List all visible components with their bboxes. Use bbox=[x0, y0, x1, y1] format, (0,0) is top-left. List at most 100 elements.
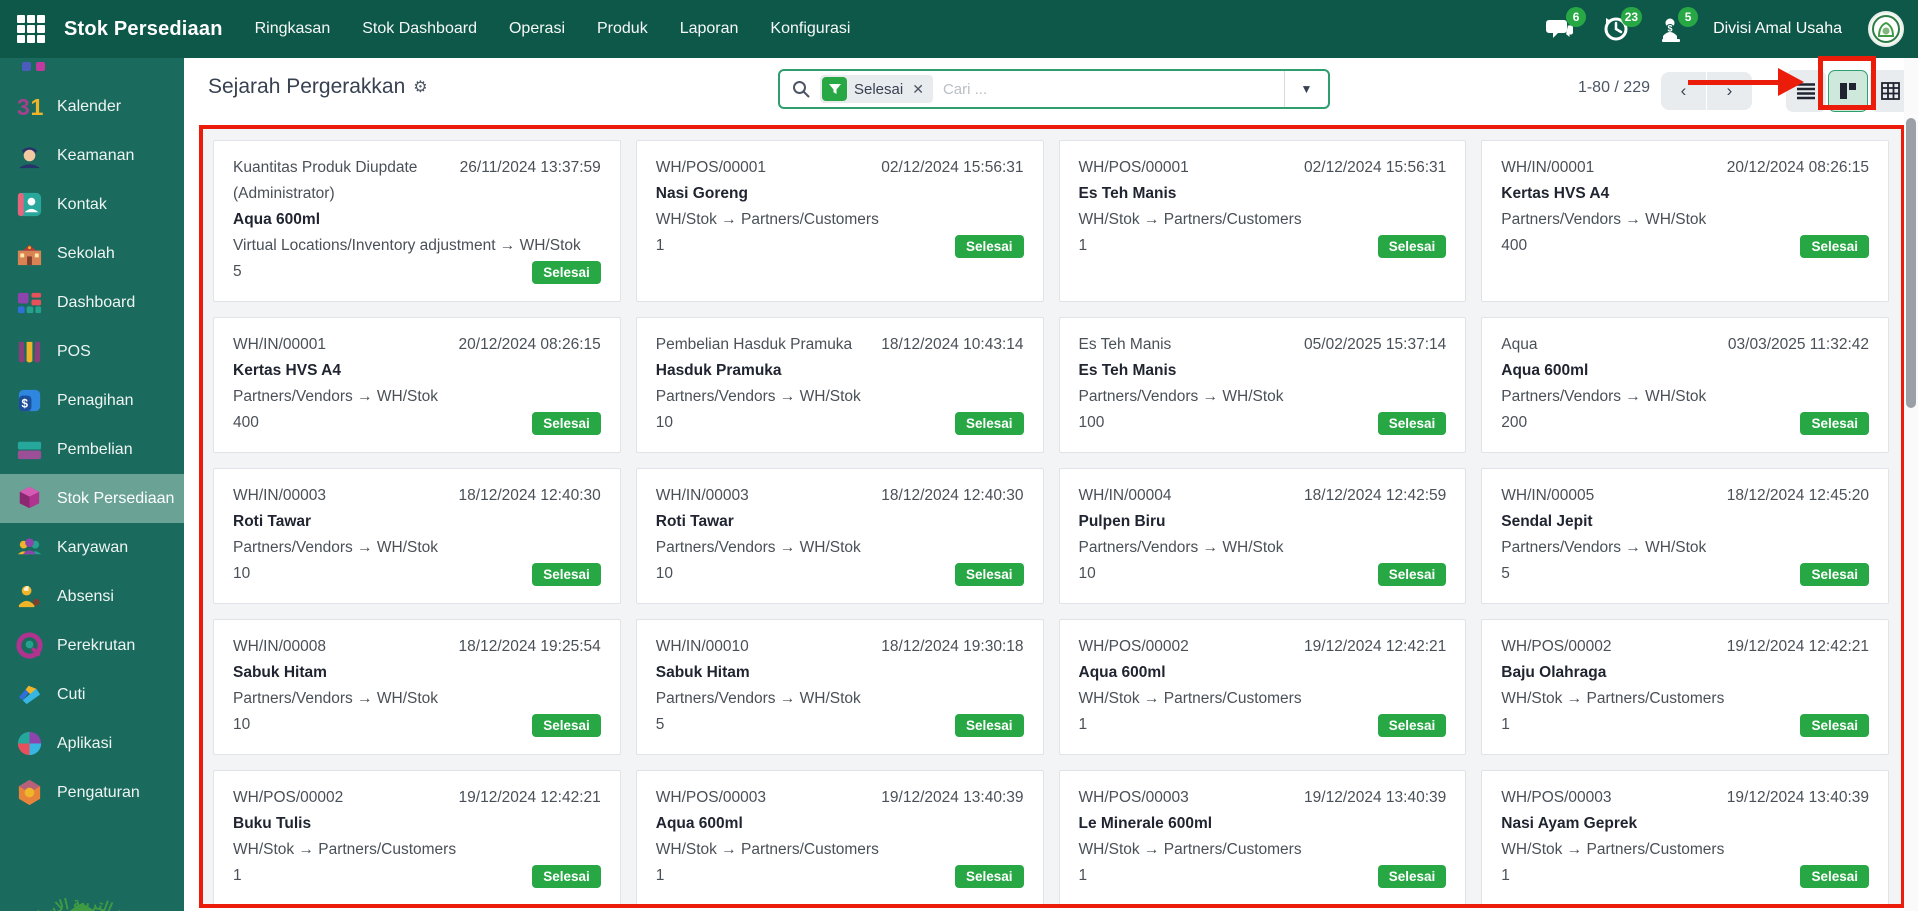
sidebar-item-pengaturan[interactable]: Pengaturan bbox=[0, 768, 184, 817]
card-datetime: 18/12/2024 19:30:18 bbox=[881, 634, 1023, 660]
purchase-icon bbox=[15, 435, 44, 464]
status-badge: Selesai bbox=[532, 412, 601, 435]
sidebar-item-label: Pengaturan bbox=[57, 784, 140, 802]
card-datetime: 20/12/2024 08:26:15 bbox=[1727, 155, 1869, 181]
kanban-card[interactable]: WH/POS/00003 19/12/2024 13:40:39 Le Mine… bbox=[1059, 770, 1467, 906]
menu-ringkasan[interactable]: Ringkasan bbox=[255, 20, 331, 38]
kanban-card[interactable]: WH/IN/00008 18/12/2024 19:25:54 Sabuk Hi… bbox=[213, 619, 621, 755]
payroll-icon[interactable]: $ 5 bbox=[1657, 14, 1687, 44]
card-quantity: 1 bbox=[1079, 712, 1088, 738]
kanban-card[interactable]: WH/IN/00005 18/12/2024 12:45:20 Sendal J… bbox=[1481, 468, 1889, 604]
kanban-card[interactable]: Es Teh Manis 05/02/2025 15:37:14 Es Teh … bbox=[1059, 317, 1467, 453]
menu-stok-dashboard[interactable]: Stok Dashboard bbox=[362, 20, 477, 38]
pager-previous-button[interactable]: ‹ bbox=[1661, 72, 1706, 110]
sidebar-item-label: Sekolah bbox=[57, 245, 115, 263]
sidebar-item-label: Perekrutan bbox=[57, 637, 135, 655]
kanban-card[interactable]: WH/IN/00001 20/12/2024 08:26:15 Kertas H… bbox=[1481, 140, 1889, 302]
sidebar-item-karyawan[interactable]: Karyawan bbox=[0, 523, 184, 572]
partial-icon-dot bbox=[22, 62, 31, 71]
top-navbar: Stok Persediaan Ringkasan Stok Dashboard… bbox=[0, 0, 1918, 58]
apps-icon bbox=[15, 729, 44, 758]
sidebar-item-absensi[interactable]: Absensi bbox=[0, 572, 184, 621]
menu-produk[interactable]: Produk bbox=[597, 20, 648, 38]
card-datetime: 18/12/2024 12:40:30 bbox=[459, 483, 601, 509]
search-input[interactable] bbox=[943, 81, 1284, 98]
menu-konfigurasi[interactable]: Konfigurasi bbox=[770, 20, 850, 38]
card-quantity: 1 bbox=[1501, 712, 1510, 738]
calendar-icon: 3 1 bbox=[15, 92, 44, 121]
sidebar-item-dashboard[interactable]: Dashboard bbox=[0, 278, 184, 327]
menu-operasi[interactable]: Operasi bbox=[509, 20, 565, 38]
view-switch-kanban-button[interactable] bbox=[1828, 70, 1868, 112]
view-settings-gear-icon[interactable]: ⚙ bbox=[413, 77, 427, 97]
sidebar-item-kalender[interactable]: 3 1 Kalender bbox=[0, 82, 184, 131]
svg-text:1: 1 bbox=[30, 94, 43, 120]
status-badge: Selesai bbox=[955, 563, 1024, 586]
sidebar-item-aplikasi[interactable]: Aplikasi bbox=[0, 719, 184, 768]
card-quantity: 1 bbox=[656, 863, 665, 889]
card-datetime: 18/12/2024 10:43:14 bbox=[881, 332, 1023, 358]
card-route: Partners/Vendors → WH/Stok bbox=[233, 535, 601, 561]
kanban-card[interactable]: WH/POS/00003 19/12/2024 13:40:39 Nasi Ay… bbox=[1481, 770, 1889, 906]
kanban-card[interactable]: Pembelian Hasduk Pramuka 18/12/2024 10:4… bbox=[636, 317, 1044, 453]
scrollbar-thumb[interactable] bbox=[1906, 118, 1916, 408]
active-filter-chip[interactable]: Selesai ✕ bbox=[820, 75, 933, 103]
card-product-name: Es Teh Manis bbox=[1079, 181, 1447, 207]
svg-text:$: $ bbox=[1668, 24, 1673, 34]
sidebar-item-cuti[interactable]: Cuti bbox=[0, 670, 184, 719]
pagination-range: 1-80 / 229 bbox=[1578, 79, 1650, 97]
sidebar-item-pembelian[interactable]: Pembelian bbox=[0, 425, 184, 474]
kanban-card[interactable]: Aqua 03/03/2025 11:32:42 Aqua 600ml Part… bbox=[1481, 317, 1889, 453]
kanban-card[interactable]: WH/POS/00001 02/12/2024 15:56:31 Nasi Go… bbox=[636, 140, 1044, 302]
status-badge: Selesai bbox=[955, 714, 1024, 737]
search-bar[interactable]: Selesai ✕ ▼ bbox=[778, 69, 1330, 109]
apps-grid-icon[interactable] bbox=[16, 14, 46, 44]
activities-clock-icon[interactable]: 23 bbox=[1601, 14, 1631, 44]
sidebar-item-keamanan[interactable]: Keamanan bbox=[0, 131, 184, 180]
card-reference: WH/POS/00003 bbox=[1501, 785, 1611, 811]
settings-icon bbox=[15, 778, 44, 807]
pivot-view-icon bbox=[1881, 82, 1900, 100]
card-quantity: 1 bbox=[656, 233, 665, 259]
kanban-card[interactable]: WH/IN/00004 18/12/2024 12:42:59 Pulpen B… bbox=[1059, 468, 1467, 604]
company-name[interactable]: Divisi Amal Usaha bbox=[1713, 20, 1842, 38]
kanban-card[interactable]: WH/POS/00001 02/12/2024 15:56:31 Es Teh … bbox=[1059, 140, 1467, 302]
card-route: Partners/Vendors → WH/Stok bbox=[656, 686, 1024, 712]
menu-laporan[interactable]: Laporan bbox=[680, 20, 739, 38]
sidebar-item-pos[interactable]: POS bbox=[0, 327, 184, 376]
kanban-card[interactable]: WH/IN/00003 18/12/2024 12:40:30 Roti Taw… bbox=[636, 468, 1044, 604]
card-reference: WH/IN/00004 bbox=[1079, 483, 1172, 509]
kanban-card[interactable]: WH/IN/00003 18/12/2024 12:40:30 Roti Taw… bbox=[213, 468, 621, 604]
kanban-card[interactable]: WH/POS/00002 19/12/2024 12:42:21 Baju Ol… bbox=[1481, 619, 1889, 755]
kanban-card[interactable]: WH/IN/00010 18/12/2024 19:30:18 Sabuk Hi… bbox=[636, 619, 1044, 755]
svg-text:$: $ bbox=[21, 397, 28, 410]
search-dropdown-toggle[interactable]: ▼ bbox=[1284, 71, 1328, 107]
sidebar-item-kontak[interactable]: Kontak bbox=[0, 180, 184, 229]
kanban-card[interactable]: WH/POS/00002 19/12/2024 12:42:21 Buku Tu… bbox=[213, 770, 621, 906]
card-reference: WH/POS/00001 bbox=[656, 155, 766, 181]
card-datetime: 18/12/2024 12:40:30 bbox=[881, 483, 1023, 509]
user-avatar[interactable] bbox=[1868, 11, 1904, 47]
kanban-card[interactable]: WH/POS/00002 19/12/2024 12:42:21 Aqua 60… bbox=[1059, 619, 1467, 755]
main-content: Sejarah Pergerakkan ⚙ Selesai ✕ ▼ 1-80 /… bbox=[184, 58, 1918, 911]
app-title[interactable]: Stok Persediaan bbox=[64, 18, 223, 41]
sidebar-item-sekolah[interactable]: Sekolah bbox=[0, 229, 184, 278]
vertical-scrollbar[interactable] bbox=[1904, 58, 1918, 911]
kanban-card[interactable]: WH/POS/00003 19/12/2024 13:40:39 Aqua 60… bbox=[636, 770, 1044, 906]
sidebar-item-label: Kontak bbox=[57, 196, 107, 214]
pager-next-button[interactable]: › bbox=[1707, 72, 1752, 110]
kanban-card[interactable]: Kuantitas Produk Diupdate (Administrator… bbox=[213, 140, 621, 302]
status-badge: Selesai bbox=[532, 865, 601, 888]
view-switch-list-button[interactable] bbox=[1786, 70, 1826, 112]
kanban-card[interactable]: WH/IN/00001 20/12/2024 08:26:15 Kertas H… bbox=[213, 317, 621, 453]
card-reference: WH/IN/00001 bbox=[1501, 155, 1594, 181]
messages-icon[interactable]: 6 bbox=[1545, 14, 1575, 44]
status-badge: Selesai bbox=[1378, 563, 1447, 586]
sidebar-item-perekrutan[interactable]: Perekrutan bbox=[0, 621, 184, 670]
card-datetime: 19/12/2024 12:42:21 bbox=[459, 785, 601, 811]
card-route: Partners/Vendors → WH/Stok bbox=[1501, 535, 1869, 561]
sidebar-item-penagihan[interactable]: $ Penagihan bbox=[0, 376, 184, 425]
sidebar-item-stok-persediaan[interactable]: Stok Persediaan bbox=[0, 474, 184, 523]
sidebar-item-label: Dashboard bbox=[57, 294, 135, 312]
filter-remove-icon[interactable]: ✕ bbox=[912, 81, 924, 98]
